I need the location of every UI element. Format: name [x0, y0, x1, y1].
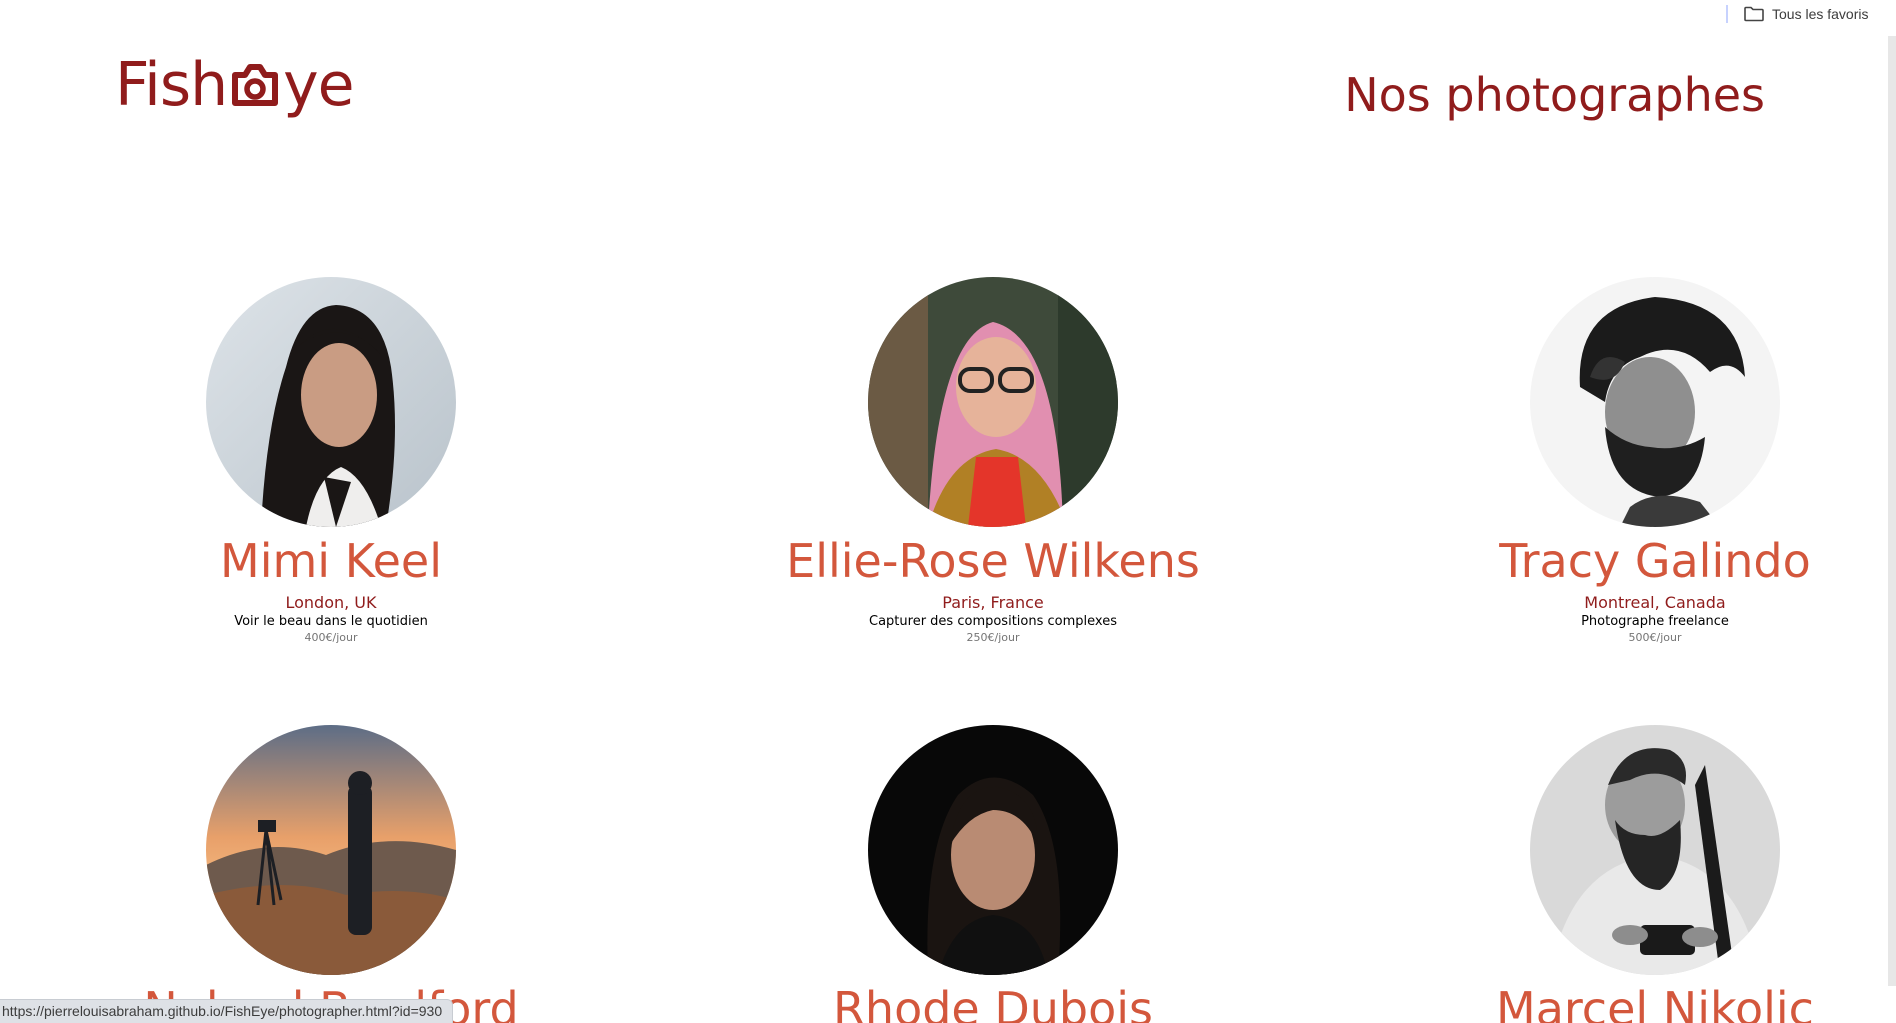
- photographer-location: London, UK: [285, 593, 377, 612]
- photographer-name[interactable]: Ellie-Rose Wilkens: [786, 533, 1200, 589]
- link-status-bar: https://pierrelouisabraham.github.io/Fis…: [0, 999, 454, 1023]
- photographer-name[interactable]: Marcel Nikolic: [1496, 981, 1814, 1023]
- photographer-name[interactable]: Mimi Keel: [220, 533, 442, 589]
- photographer-card[interactable]: Tracy Galindo Montreal, Canada Photograp…: [1324, 277, 1896, 645]
- photographer-portrait[interactable]: [868, 277, 1118, 527]
- photographer-tagline: Capturer des compositions complexes: [869, 614, 1117, 629]
- photographer-card[interactable]: Ellie-Rose Wilkens Paris, France Capture…: [662, 277, 1324, 645]
- camera-icon: [229, 61, 281, 109]
- photographer-card[interactable]: Marcel Nikolic: [1324, 725, 1896, 1023]
- photographer-card[interactable]: Nabeel Bradford: [0, 725, 662, 1023]
- photographer-portrait[interactable]: [206, 277, 456, 527]
- photographer-price: 400€/jour: [304, 631, 358, 644]
- page-title: Nos photographes: [1344, 68, 1765, 122]
- bookmarks-bar: Tous les favoris: [1726, 0, 1896, 28]
- page: Tous les favoris Fish ye Nos photographe…: [0, 0, 1896, 1023]
- folder-icon[interactable]: [1744, 6, 1764, 22]
- photographer-name[interactable]: Tracy Galindo: [1499, 533, 1810, 589]
- photographer-price: 250€/jour: [966, 631, 1020, 644]
- photographer-card[interactable]: Rhode Dubois: [662, 725, 1324, 1023]
- photographer-card[interactable]: Mimi Keel London, UK Voir le beau dans l…: [0, 277, 662, 645]
- photographers-grid: Mimi Keel London, UK Voir le beau dans l…: [0, 277, 1896, 1023]
- photographer-name[interactable]: Rhode Dubois: [833, 981, 1153, 1023]
- photographer-location: Montreal, Canada: [1584, 593, 1726, 612]
- photographer-tagline: Voir le beau dans le quotidien: [234, 614, 428, 629]
- bookmarks-folder-label[interactable]: Tous les favoris: [1772, 6, 1868, 22]
- fisheye-logo[interactable]: Fish ye: [115, 50, 355, 120]
- photographer-price: 500€/jour: [1628, 631, 1682, 644]
- photographer-location: Paris, France: [942, 593, 1044, 612]
- photographer-portrait[interactable]: [1530, 725, 1780, 975]
- photographer-portrait[interactable]: [1530, 277, 1780, 527]
- bookmarks-separator: [1726, 5, 1728, 23]
- logo-text-left: Fish: [115, 50, 228, 120]
- photographer-portrait[interactable]: [206, 725, 456, 975]
- logo-text-right: ye: [283, 50, 354, 120]
- photographer-tagline: Photographe freelance: [1581, 614, 1729, 629]
- photographer-portrait[interactable]: [868, 725, 1118, 975]
- site-header: Fish ye Nos photographes: [115, 50, 1765, 140]
